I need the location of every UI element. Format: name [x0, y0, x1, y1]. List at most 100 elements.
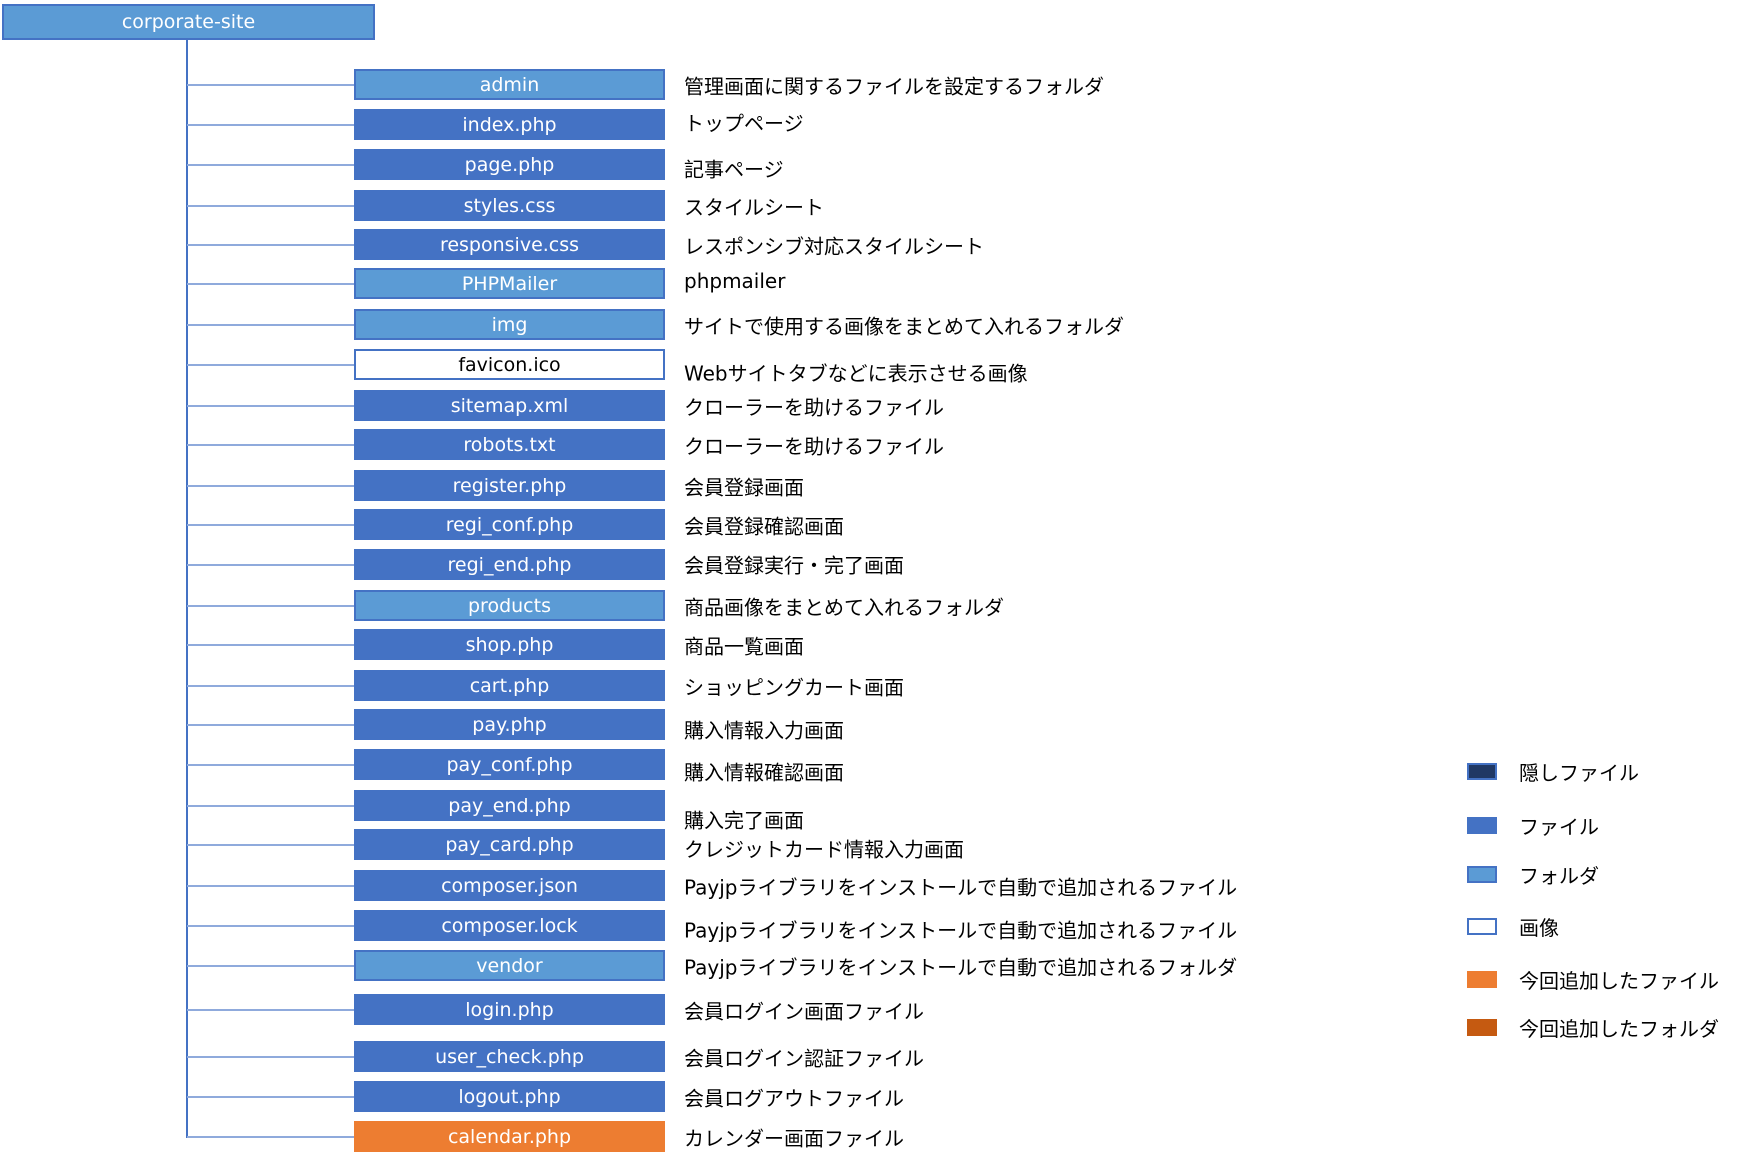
tree-node-folder[interactable]: products: [354, 590, 665, 621]
tree-node-label: pay.php: [472, 713, 547, 736]
tree-node-description: phpmailer: [684, 269, 786, 293]
tree-node-label: page.php: [464, 153, 555, 176]
tree-node-label: composer.lock: [441, 914, 578, 937]
tree-node-file[interactable]: login.php: [354, 994, 665, 1025]
tree-node-description: カレンダー画面ファイル: [684, 1126, 904, 1151]
tree-branch-line: [187, 764, 354, 766]
tree-node-file[interactable]: composer.json: [354, 870, 665, 901]
legend-label: 今回追加したファイル: [1519, 969, 1719, 993]
tree-branch-line: [187, 1096, 354, 1098]
tree-branch-line: [187, 885, 354, 887]
tree-branch-line: [187, 124, 354, 126]
tree-node-file[interactable]: cart.php: [354, 670, 665, 701]
tree-node-file[interactable]: regi_conf.php: [354, 509, 665, 540]
tree-node-file[interactable]: pay_end.php: [354, 790, 665, 821]
tree-node-description: Payjpライブラリをインストールで自動で追加されるファイル: [684, 918, 1238, 943]
tree-node-label: composer.json: [441, 874, 578, 897]
tree-node-description: 購入完了画面: [684, 808, 804, 833]
root-folder-corporate-site[interactable]: corporate-site: [2, 4, 375, 40]
tree-branch-line: [187, 324, 354, 326]
tree-node-label: sitemap.xml: [450, 394, 569, 417]
tree-node-label: index.php: [462, 113, 557, 136]
tree-node-label: admin: [479, 73, 540, 96]
tree-node-label: favicon.ico: [458, 353, 561, 376]
tree-node-description: レスポンシブ対応スタイルシート: [684, 234, 984, 259]
tree-node-label: user_check.php: [435, 1045, 584, 1068]
tree-node-label: responsive.css: [439, 233, 580, 256]
legend-item-hidden-file: 隠しファイル: [1467, 757, 1639, 786]
tree-node-description: 管理画面に関するファイルを設定するフォルダ: [684, 74, 1104, 99]
tree-branch-line: [187, 564, 354, 566]
tree-branch-line: [187, 485, 354, 487]
tree-node-description: 商品一覧画面: [684, 634, 804, 659]
tree-branch-line: [187, 844, 354, 846]
tree-branch-line: [187, 444, 354, 446]
legend-item-image: 画像: [1467, 912, 1559, 941]
tree-node-label: robots.txt: [463, 433, 556, 456]
legend-swatch: [1467, 1019, 1497, 1036]
tree-trunk-line: [186, 38, 188, 1138]
legend-item-folder: フォルダ: [1467, 860, 1599, 889]
tree-node-file[interactable]: robots.txt: [354, 429, 665, 460]
tree-node-description: 会員ログイン認証ファイル: [684, 1046, 924, 1071]
legend-label: フォルダ: [1519, 864, 1599, 888]
tree-node-label: products: [468, 594, 551, 617]
tree-node-label: pay_end.php: [448, 794, 571, 817]
tree-node-folder[interactable]: PHPMailer: [354, 268, 665, 299]
tree-node-description: 会員登録実行・完了画面: [684, 553, 904, 578]
tree-node-label: vendor: [476, 954, 543, 977]
tree-node-file[interactable]: page.php: [354, 149, 665, 180]
tree-branch-line: [187, 605, 354, 607]
tree-branch-line: [187, 244, 354, 246]
legend-swatch: [1467, 918, 1497, 935]
tree-node-description: サイトで使用する画像をまとめて入れるフォルダ: [684, 314, 1124, 339]
tree-node-added-file[interactable]: calendar.php: [354, 1121, 665, 1152]
tree-node-file[interactable]: shop.php: [354, 629, 665, 660]
tree-node-file[interactable]: responsive.css: [354, 229, 665, 260]
tree-branch-line: [187, 164, 354, 166]
tree-branch-line: [187, 1009, 354, 1011]
legend-swatch: [1467, 971, 1497, 988]
tree-branch-line: [187, 724, 354, 726]
legend-item-file: ファイル: [1467, 811, 1599, 840]
tree-branch-line: [187, 364, 354, 366]
tree-node-file[interactable]: pay_card.php: [354, 829, 665, 860]
tree-node-file[interactable]: register.php: [354, 470, 665, 501]
tree-node-file[interactable]: composer.lock: [354, 910, 665, 941]
tree-node-description: 商品画像をまとめて入れるフォルダ: [684, 595, 1004, 620]
tree-branch-line: [187, 1136, 354, 1138]
tree-node-description: トップページ: [684, 111, 804, 136]
tree-node-description: 会員ログイン画面ファイル: [684, 999, 924, 1024]
tree-branch-line: [187, 283, 354, 285]
tree-node-description: 購入情報確認画面: [684, 760, 844, 785]
tree-node-file[interactable]: sitemap.xml: [354, 390, 665, 421]
tree-node-folder[interactable]: admin: [354, 69, 665, 100]
tree-node-label: pay_conf.php: [446, 753, 573, 776]
tree-node-label: logout.php: [458, 1085, 561, 1108]
tree-node-description: Payjpライブラリをインストールで自動で追加されるフォルダ: [684, 955, 1238, 980]
tree-node-description: ショッピングカート画面: [684, 675, 904, 700]
tree-node-file[interactable]: pay.php: [354, 709, 665, 740]
tree-node-description: クレジットカード情報入力画面: [684, 837, 964, 862]
tree-node-description: 購入情報入力画面: [684, 718, 844, 743]
tree-node-file[interactable]: logout.php: [354, 1081, 665, 1112]
tree-node-description: 会員登録画面: [684, 475, 804, 500]
tree-node-folder[interactable]: vendor: [354, 950, 665, 981]
tree-branch-line: [187, 685, 354, 687]
tree-node-file[interactable]: pay_conf.php: [354, 749, 665, 780]
tree-node-label: regi_conf.php: [445, 513, 574, 536]
tree-node-file[interactable]: user_check.php: [354, 1041, 665, 1072]
tree-node-file[interactable]: styles.css: [354, 190, 665, 221]
legend-swatch: [1467, 763, 1497, 780]
tree-node-folder[interactable]: img: [354, 309, 665, 340]
legend-item-added-folder: 今回追加したフォルダ: [1467, 1013, 1719, 1042]
tree-node-description: 会員ログアウトファイル: [684, 1086, 904, 1111]
tree-node-label: regi_end.php: [447, 553, 572, 576]
tree-node-file[interactable]: index.php: [354, 109, 665, 140]
tree-branch-line: [187, 965, 354, 967]
legend-label: 今回追加したフォルダ: [1519, 1017, 1719, 1041]
legend-label: 隠しファイル: [1519, 761, 1639, 785]
tree-node-file[interactable]: regi_end.php: [354, 549, 665, 580]
tree-node-image[interactable]: favicon.ico: [354, 349, 665, 380]
tree-node-label: register.php: [452, 474, 567, 497]
